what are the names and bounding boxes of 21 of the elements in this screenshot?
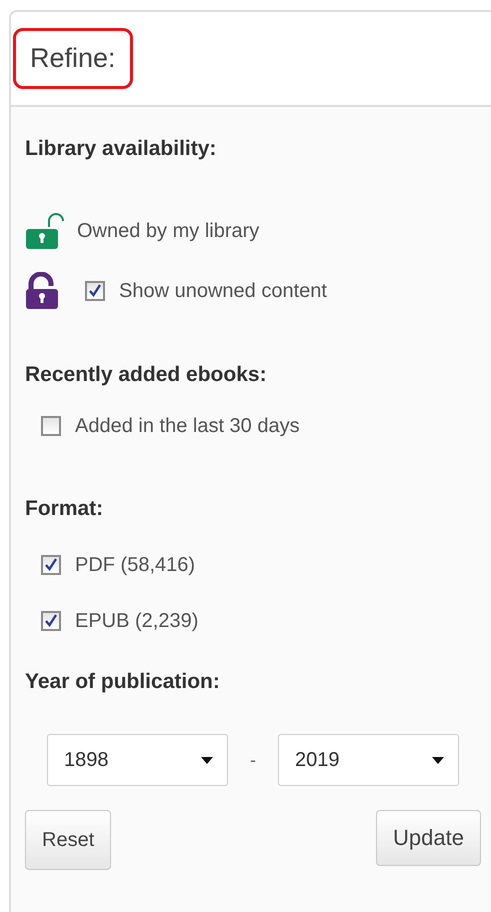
section-heading: Format: (25, 497, 104, 521)
caret-icon (201, 756, 213, 764)
checkbox-label: Added in the last 30 days (75, 414, 300, 438)
checkbox[interactable] (41, 555, 61, 575)
caret-icon (432, 756, 444, 764)
checkbox[interactable] (85, 281, 105, 301)
checkbox-label: EPUB (2,239) (75, 610, 198, 632)
status-label: Owned by my library (77, 220, 260, 242)
section-heading: Library availability: (25, 137, 218, 161)
checkbox-label: PDF (58,416) (75, 554, 196, 576)
year-select[interactable]: 1898 (47, 734, 228, 786)
checkbox[interactable] (41, 416, 61, 436)
section-heading: Recently added ebooks: (25, 363, 268, 387)
checkbox[interactable] (41, 611, 61, 631)
year-select[interactable]: 2019 (278, 734, 459, 786)
update-button[interactable]: Update (376, 810, 481, 866)
section-heading: Year of publication: (25, 670, 221, 694)
panel-title: Refine: (13, 28, 133, 89)
range-separator: - (249, 750, 257, 770)
reset-button[interactable]: Reset (25, 810, 112, 870)
checkbox-label: Show unowned content (119, 280, 327, 302)
